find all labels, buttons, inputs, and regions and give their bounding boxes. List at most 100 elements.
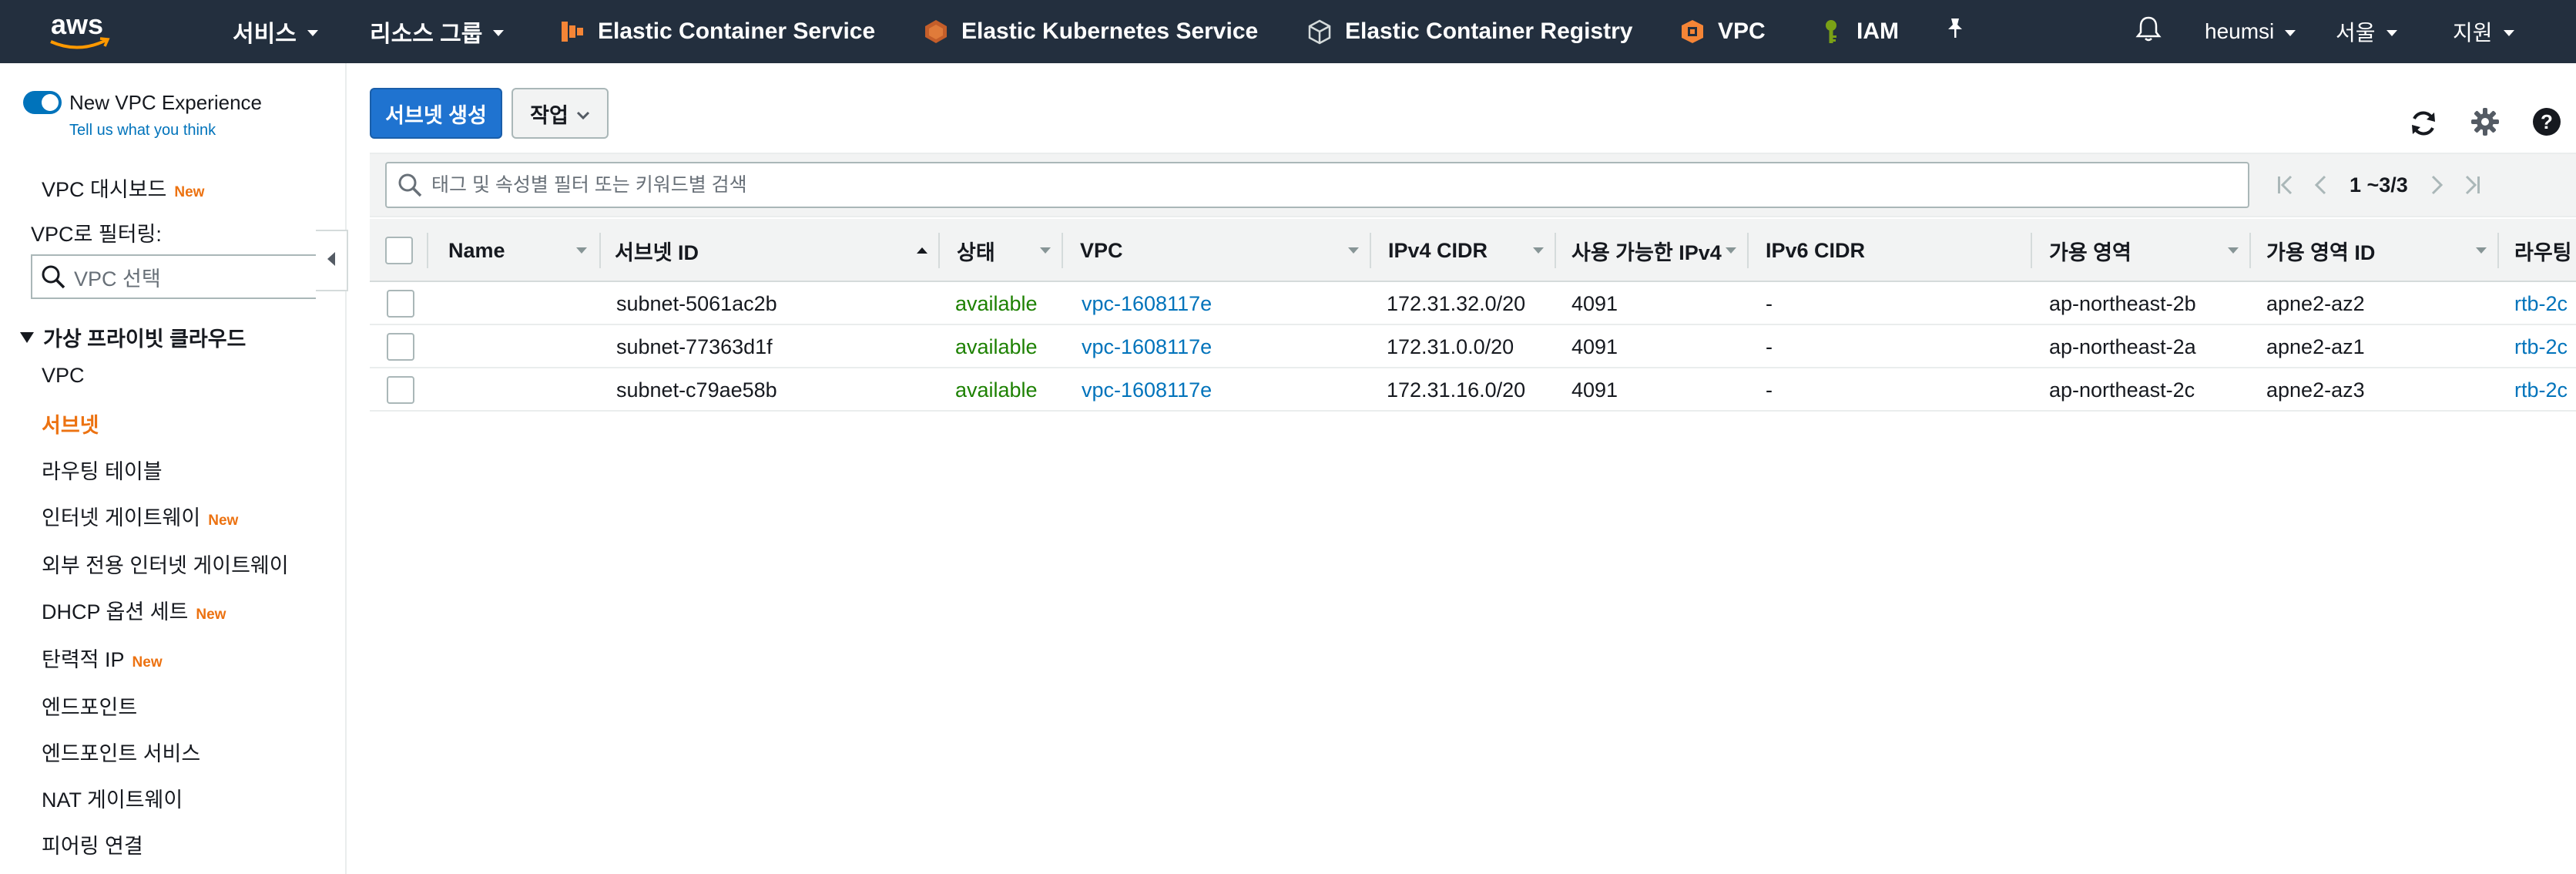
- column-header-availability-zone-id[interactable]: 가용 영역 ID: [2266, 219, 2375, 282]
- table-row[interactable]: subnet-5061ac2b available vpc-1608117e 1…: [370, 282, 2576, 325]
- sidebar-item-vpc-dashboard[interactable]: VPC 대시보드 New: [42, 173, 204, 203]
- column-header-route-table[interactable]: 라우팅: [2514, 219, 2576, 282]
- search-input[interactable]: [431, 173, 2203, 197]
- sidebar-item-label: 탄력적 IP: [42, 648, 125, 671]
- sidebar-item-label: VPC: [42, 364, 85, 387]
- column-header-subnet-id[interactable]: 서브넷 ID: [615, 219, 699, 282]
- settings-button[interactable]: [2468, 106, 2502, 140]
- column-header-name[interactable]: Name: [448, 219, 505, 282]
- search-field[interactable]: [385, 162, 2249, 208]
- sidebar-item-vpc[interactable]: VPC: [42, 364, 85, 388]
- shortcut-eks[interactable]: Elastic Kubernetes Service: [923, 0, 1258, 63]
- cell-route-table-link[interactable]: rtb-2c: [2514, 282, 2576, 325]
- sidebar-item-endpoints[interactable]: 엔드포인트: [42, 691, 137, 721]
- cell-state: available: [955, 334, 1038, 358]
- sidebar-item-elastic-ips[interactable]: 탄력적 IP New: [42, 643, 163, 673]
- shortcut-vpc[interactable]: VPC: [1679, 0, 1766, 63]
- sidebar-item-egress-only-gateways[interactable]: 외부 전용 인터넷 게이트웨이: [42, 549, 289, 579]
- new-vpc-experience-label: New VPC Experience: [69, 91, 262, 114]
- shortcut-iam[interactable]: IAM: [1818, 0, 1899, 63]
- services-menu[interactable]: 서비스: [233, 0, 318, 63]
- row-checkbox[interactable]: [387, 333, 414, 361]
- vpc-filter-select[interactable]: VPC 선택: [31, 254, 316, 299]
- notifications-button[interactable]: [2135, 0, 2162, 63]
- first-page-button[interactable]: [2268, 167, 2303, 203]
- pagination: 1 ~3/3: [2268, 154, 2490, 216]
- row-checkbox[interactable]: [387, 290, 414, 318]
- pin-button[interactable]: [1944, 0, 1966, 63]
- shortcut-label: IAM: [1857, 18, 1899, 44]
- sort-icon: [2228, 219, 2239, 282]
- search-icon: [40, 264, 66, 290]
- sidebar-item-peering-connections[interactable]: 피어링 연결: [42, 829, 143, 859]
- column-header-state[interactable]: 상태: [957, 219, 995, 282]
- pin-icon: [1944, 17, 1966, 46]
- refresh-button[interactable]: [2407, 108, 2440, 142]
- region-menu[interactable]: 서울: [2336, 0, 2397, 63]
- last-page-button[interactable]: [2454, 167, 2490, 203]
- bell-icon: [2135, 15, 2162, 49]
- shortcut-ecr[interactable]: Elastic Container Registry: [1306, 0, 1632, 63]
- sidebar-item-label: 라우팅 테이블: [42, 460, 163, 483]
- aws-logo[interactable]: aws: [40, 8, 117, 54]
- next-page-button[interactable]: [2419, 167, 2454, 203]
- previous-page-button[interactable]: [2303, 167, 2339, 203]
- new-vpc-experience-toggle[interactable]: [23, 91, 62, 114]
- column-header-label: 상태: [957, 240, 995, 264]
- actions-button[interactable]: 작업: [512, 88, 609, 139]
- column-divider: [1555, 233, 1556, 268]
- new-badge: New: [208, 513, 239, 529]
- cell-availability-zone: ap-northeast-2b: [2049, 291, 2196, 315]
- column-header-label: 라우팅: [2514, 240, 2572, 264]
- cell-vpc-link[interactable]: vpc-1608117e: [1082, 325, 1212, 368]
- shortcut-label: VPC: [1718, 18, 1766, 44]
- column-divider: [938, 233, 940, 268]
- shortcut-ecs[interactable]: Elastic Container Service: [559, 0, 875, 63]
- cell-route-table-link[interactable]: rtb-2c: [2514, 368, 2576, 412]
- table-row[interactable]: subnet-77363d1f available vpc-1608117e 1…: [370, 325, 2576, 368]
- cell-ipv4-cidr: 172.31.0.0/20: [1387, 334, 1514, 358]
- sidebar-item-label: 엔드포인트 서비스: [42, 742, 201, 765]
- column-header-availability-zone[interactable]: 가용 영역: [2049, 219, 2132, 282]
- sidebar-item-nat-gateways[interactable]: NAT 게이트웨이: [42, 783, 183, 813]
- sidebar-item-endpoint-services[interactable]: 엔드포인트 서비스: [42, 737, 200, 767]
- table-row[interactable]: subnet-c79ae58b available vpc-1608117e 1…: [370, 368, 2576, 412]
- resource-groups-menu[interactable]: 리소스 그룹: [370, 0, 505, 63]
- cell-ipv4-cidr: 172.31.16.0/20: [1387, 378, 1526, 402]
- row-checkbox[interactable]: [387, 376, 414, 404]
- sidebar-item-subnets[interactable]: 서브넷: [42, 408, 99, 439]
- help-icon: ?: [2531, 106, 2562, 141]
- cell-route-table-link[interactable]: rtb-2c: [2514, 325, 2576, 368]
- collapse-sidebar-button[interactable]: [316, 230, 348, 291]
- column-header-ipv4-cidr[interactable]: IPv4 CIDR: [1388, 219, 1488, 282]
- vpc-filter-placeholder: VPC 선택: [74, 267, 161, 291]
- cell-vpc-link[interactable]: vpc-1608117e: [1082, 368, 1212, 412]
- cell-subnet-id: subnet-5061ac2b: [616, 291, 777, 315]
- feedback-link[interactable]: Tell us what you think: [69, 122, 216, 140]
- cell-subnet-id: subnet-77363d1f: [616, 334, 773, 358]
- refresh-icon: [2408, 108, 2439, 143]
- last-page-icon: [2465, 175, 2480, 195]
- column-header-available-ipv4[interactable]: 사용 가능한 IPv4: [1571, 219, 1722, 282]
- column-divider: [2031, 233, 2032, 268]
- sidebar-item-internet-gateways[interactable]: 인터넷 게이트웨이 New: [42, 501, 238, 531]
- sidebar-item-route-tables[interactable]: 라우팅 테이블: [42, 455, 163, 485]
- services-label: 서비스: [233, 22, 297, 47]
- sort-icon: [1348, 219, 1359, 282]
- sidebar-section-vpc[interactable]: 가상 프라이빗 클라우드: [20, 322, 246, 352]
- column-header-vpc[interactable]: VPC: [1080, 219, 1123, 282]
- account-menu[interactable]: heumsi: [2205, 0, 2296, 63]
- column-divider: [1747, 233, 1749, 268]
- support-menu[interactable]: 지원: [2453, 0, 2514, 63]
- column-header-label: 사용 가능한 IPv4: [1571, 240, 1722, 264]
- aws-logo-text: aws: [51, 8, 103, 40]
- create-subnet-button[interactable]: 서브넷 생성: [370, 88, 502, 139]
- cell-vpc-link[interactable]: vpc-1608117e: [1082, 282, 1212, 325]
- sidebar-item-dhcp-options[interactable]: DHCP 옵션 세트 New: [42, 595, 226, 625]
- actions-label: 작업: [530, 103, 569, 127]
- column-header-ipv6-cidr[interactable]: IPv6 CIDR: [1766, 219, 1865, 282]
- help-button[interactable]: ?: [2530, 106, 2564, 140]
- cell-state: available: [955, 291, 1038, 315]
- select-all-checkbox[interactable]: [385, 237, 413, 264]
- ecr-icon: [1306, 18, 1333, 45]
